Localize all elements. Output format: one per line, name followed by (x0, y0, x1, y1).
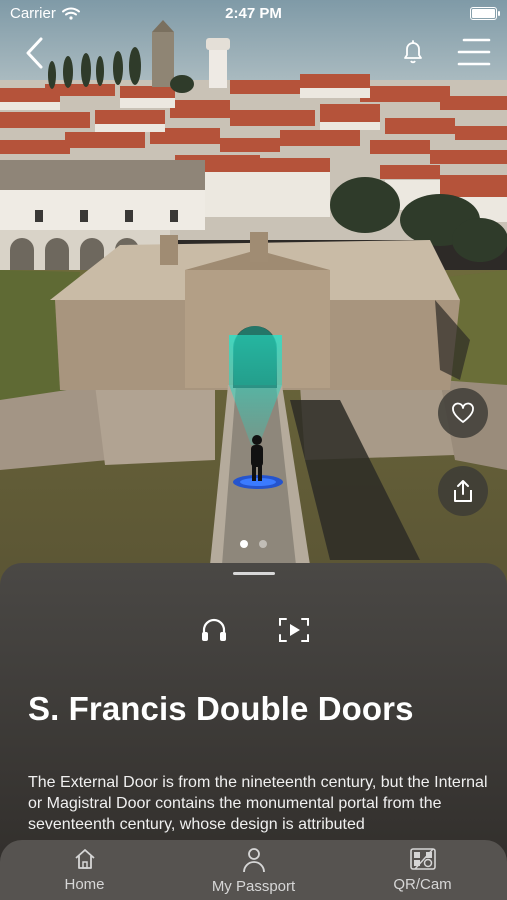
headphones-icon (202, 618, 226, 641)
menu-button[interactable] (457, 36, 491, 68)
chevron-left-icon (26, 37, 43, 69)
battery-icon (470, 7, 500, 20)
hamburger-menu-icon (457, 38, 491, 66)
share-button[interactable] (438, 466, 488, 516)
tab-home[interactable]: Home (0, 840, 169, 900)
video-button[interactable] (278, 617, 310, 648)
favorite-button[interactable] (438, 388, 488, 438)
audio-guide-button[interactable] (200, 617, 228, 648)
carousel-page-indicator[interactable] (0, 540, 507, 548)
carousel-dot-1[interactable] (240, 540, 248, 548)
share-icon (454, 480, 472, 502)
tab-bar: Home My Passport QR/Cam (0, 840, 507, 900)
carousel-dot-2[interactable] (259, 540, 267, 548)
home-icon (74, 849, 95, 869)
tab-home-label: Home (64, 876, 105, 893)
back-button[interactable] (22, 36, 48, 70)
bell-icon (404, 40, 422, 64)
sheet-drag-handle[interactable] (233, 572, 275, 575)
hero-image[interactable]: Carrier 2:47 PM (0, 0, 507, 600)
tab-qr-cam[interactable]: QR/Cam (338, 840, 507, 900)
tab-qr-cam-label: QR/Cam (393, 876, 452, 893)
notifications-button[interactable] (400, 38, 426, 66)
status-time: 2:47 PM (225, 5, 282, 22)
tab-my-passport[interactable]: My Passport (169, 840, 338, 900)
fortress-aerial-photo (0, 0, 507, 600)
video-play-icon (279, 618, 309, 642)
tab-my-passport-label: My Passport (211, 878, 296, 895)
place-description: The External Door is from the nineteenth… (28, 774, 488, 833)
heart-icon (452, 402, 474, 423)
person-icon (242, 848, 265, 873)
media-controls (0, 617, 507, 647)
place-title: S. Francis Double Doors (28, 690, 414, 727)
status-bar: Carrier 2:47 PM (0, 0, 507, 28)
qr-camera-icon (409, 848, 436, 870)
